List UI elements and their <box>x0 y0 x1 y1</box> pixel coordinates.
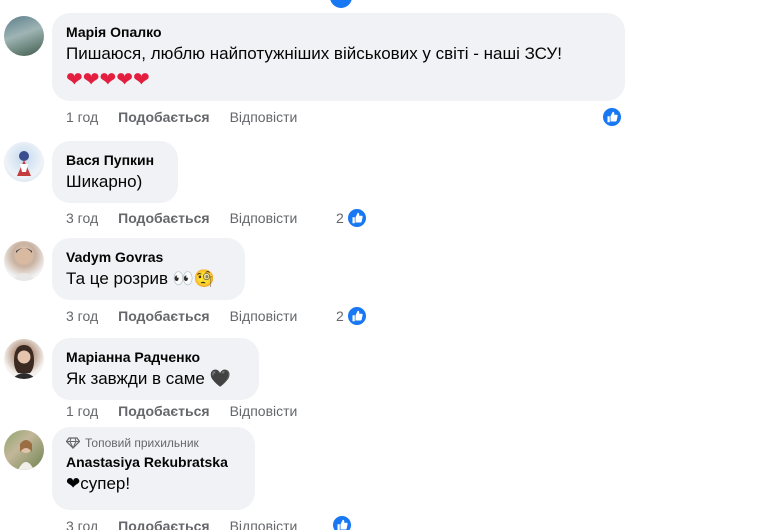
diamond-icon <box>66 437 80 449</box>
reaction-count[interactable] <box>601 106 623 128</box>
avatar[interactable] <box>4 430 44 470</box>
comment-author[interactable]: Маріанна Радченко <box>66 348 245 366</box>
comment-bubble: Vadym Govras Та це розрив 👀🧐 <box>52 238 245 300</box>
comment-text: ❤супер! <box>66 474 131 493</box>
thumbs-up-icon <box>331 514 353 530</box>
comment-time[interactable]: 3 год <box>66 518 98 530</box>
avatar[interactable] <box>4 16 44 56</box>
reply-button[interactable]: Відповісти <box>230 109 298 125</box>
like-reaction-icon <box>330 0 352 8</box>
reply-button[interactable]: Відповісти <box>230 308 298 324</box>
like-button[interactable]: Подобається <box>118 518 209 530</box>
comment-text: Шикарно) <box>66 172 143 191</box>
reply-button[interactable]: Відповісти <box>230 403 298 419</box>
comment-author[interactable]: Марія Опалко <box>66 23 611 41</box>
top-fan-badge[interactable]: Топовий прихильник <box>66 435 241 451</box>
reaction-count[interactable]: 2 <box>336 207 368 229</box>
reaction-count[interactable] <box>331 514 353 530</box>
badge-label: Топовий прихильник <box>85 436 199 450</box>
reply-button[interactable]: Відповісти <box>230 518 298 530</box>
comment-author[interactable]: Vadym Govras <box>66 248 231 266</box>
reaction-number: 2 <box>336 308 344 324</box>
comment-text: Та це розрив 👀🧐 <box>66 269 216 288</box>
comment-actions: 1 год Подобається Відповісти <box>66 109 297 125</box>
comment-actions: 3 год Подобається Відповісти <box>66 308 297 324</box>
comment-author[interactable]: Anastasiya Rekubratska <box>66 453 241 471</box>
avatar[interactable] <box>4 339 44 379</box>
comment-actions: 1 год Подобається Відповісти <box>66 403 297 419</box>
comment-text: Як завжди в саме 🖤 <box>66 369 231 388</box>
like-button[interactable]: Подобається <box>118 210 209 226</box>
comment-time[interactable]: 1 год <box>66 109 98 125</box>
avatar[interactable] <box>4 241 44 281</box>
like-button[interactable]: Подобається <box>118 403 209 419</box>
comment-actions: 3 год Подобається Відповісти <box>66 518 297 530</box>
like-button[interactable]: Подобається <box>118 109 209 125</box>
reaction-number: 2 <box>336 210 344 226</box>
comment-bubble: Топовий прихильник Anastasiya Rekubratsk… <box>52 427 255 510</box>
comment-actions: 3 год Подобається Відповісти <box>66 210 297 226</box>
comment-time[interactable]: 1 год <box>66 403 98 419</box>
thumbs-up-icon <box>345 305 368 327</box>
like-button[interactable]: Подобається <box>118 308 209 324</box>
comment-text: Пишаюся, люблю найпотужніших військових … <box>66 44 562 63</box>
hearts-emoji: ❤❤❤❤❤ <box>66 69 150 91</box>
reply-button[interactable]: Відповісти <box>230 210 298 226</box>
thumbs-up-icon <box>601 106 623 128</box>
comment-bubble: Вася Пупкин Шикарно) <box>52 141 178 203</box>
comment-bubble: Марія Опалко Пишаюся, люблю найпотужніши… <box>52 13 625 101</box>
reaction-count[interactable]: 2 <box>336 305 368 327</box>
comment-bubble: Маріанна Радченко Як завжди в саме 🖤 <box>52 338 259 400</box>
comment-time[interactable]: 3 год <box>66 308 98 324</box>
thumbs-up-icon <box>345 207 368 229</box>
avatar[interactable] <box>4 142 44 182</box>
comment-time[interactable]: 3 год <box>66 210 98 226</box>
comment-author[interactable]: Вася Пупкин <box>66 151 164 169</box>
